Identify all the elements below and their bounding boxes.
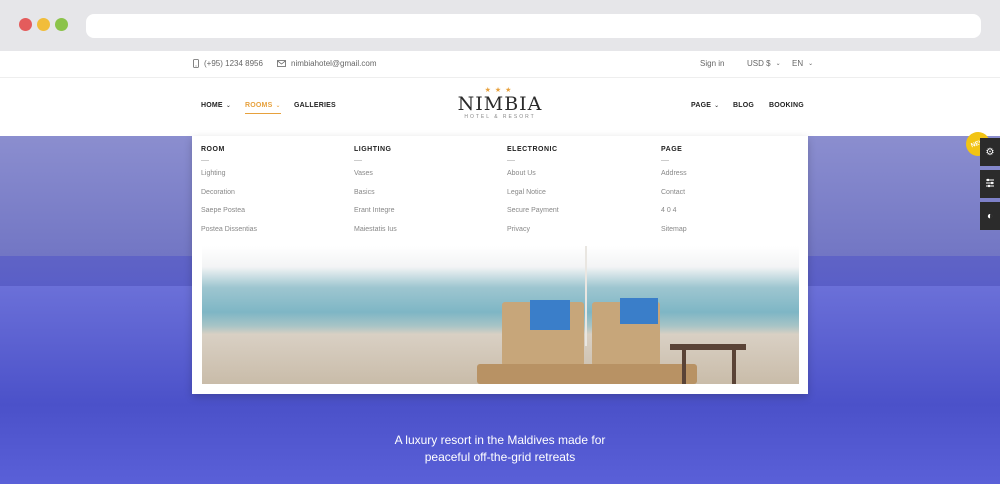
chevron-down-icon: ⌄	[808, 61, 814, 67]
browser-chrome	[0, 0, 1000, 51]
mega-column-electronic: ELECTRONIC About Us Legal Notice Secure …	[507, 146, 559, 244]
mega-column-room: ROOM Lighting Decoration Saepe Postea Po…	[201, 146, 257, 244]
email-address: nimbiahotel@gmail.com	[291, 59, 377, 68]
logo-tagline: HOTEL & RESORT	[464, 114, 536, 120]
main-header: HOME ⌄ ROOMS ⌄ GALLERIES ★★★ NIMBIA HOTE…	[0, 78, 1000, 136]
hero-caption-line-1: A luxury resort in the Maldives made for	[394, 433, 606, 447]
nav-booking[interactable]: BOOKING	[769, 102, 804, 109]
mega-menu-item[interactable]: Basics	[354, 189, 397, 208]
nav-page[interactable]: PAGE ⌄	[691, 102, 719, 109]
site-logo[interactable]: ★★★ NIMBIA HOTEL & RESORT	[450, 86, 550, 120]
nav-page-label: PAGE	[691, 102, 712, 109]
logo-name: NIMBIA	[457, 93, 543, 115]
phone-contact[interactable]: (+95) 1234 8956	[193, 59, 263, 68]
email-contact[interactable]: nimbiahotel@gmail.com	[277, 59, 377, 68]
phone-icon	[193, 59, 199, 68]
mega-column-page: PAGE Address Contact 4 0 4 Sitemap	[661, 146, 687, 244]
mega-column-title: PAGE	[661, 146, 683, 153]
chevron-down-icon: ⌄	[714, 103, 720, 109]
chevron-down-icon: ⌄	[775, 61, 781, 67]
minimize-window-dot[interactable]	[37, 18, 50, 31]
nav-home-label: HOME	[201, 102, 223, 109]
top-info-bar: (+95) 1234 8956 nimbiahotel@gmail.com Si…	[0, 51, 1000, 78]
language-label: EN	[792, 59, 804, 68]
customizer-widget[interactable]	[980, 170, 1000, 198]
rooms-mega-menu: ROOM Lighting Decoration Saepe Postea Po…	[192, 136, 808, 394]
hero-caption-line-2: peaceful off-the-grid retreats	[424, 450, 576, 464]
chevron-down-icon: ⌄	[275, 103, 281, 109]
address-bar[interactable]	[86, 14, 981, 38]
mega-menu-item[interactable]: Legal Notice	[507, 189, 559, 208]
mega-menu-item[interactable]: About Us	[507, 170, 559, 189]
side-table-leg	[682, 350, 686, 384]
contrast-widget[interactable]: ◐	[980, 202, 1000, 230]
mega-menu-item[interactable]: Secure Payment	[507, 207, 559, 226]
mega-menu-item[interactable]: Sitemap	[661, 226, 687, 245]
nav-blog-label: BLOG	[733, 102, 755, 109]
settings-widget[interactable]: ⚙	[980, 138, 1000, 166]
towel	[530, 300, 570, 330]
contrast-icon: ◐	[986, 210, 994, 222]
hero-caption: A luxury resort in the Maldives made for…	[0, 432, 1000, 466]
phone-number: (+95) 1234 8956	[204, 59, 263, 68]
side-table-leg	[732, 350, 736, 384]
title-divider	[201, 160, 209, 161]
mega-column-title: LIGHTING	[354, 146, 392, 153]
nav-galleries-label: GALLERIES	[294, 102, 336, 109]
mega-column-title: ELECTRONIC	[507, 146, 558, 153]
chevron-down-icon: ⌄	[225, 103, 232, 109]
mega-menu-item[interactable]: Saepe Postea	[201, 207, 257, 226]
nav-blog[interactable]: BLOG	[733, 102, 754, 109]
mail-icon	[277, 60, 286, 67]
mega-menu-item[interactable]: Erant Integre	[354, 207, 397, 226]
nav-rooms-label: ROOMS	[245, 102, 273, 109]
close-window-dot[interactable]	[19, 18, 32, 31]
mega-menu-item[interactable]: Decoration	[201, 189, 257, 208]
mega-menu-item[interactable]: Postea Dissentias	[201, 226, 257, 245]
chair-base	[477, 364, 697, 384]
nav-galleries[interactable]: GALLERIES	[294, 102, 336, 109]
umbrella-pole	[585, 246, 587, 346]
towel	[620, 298, 658, 324]
nav-rooms[interactable]: ROOMS ⌄	[245, 102, 281, 114]
nav-booking-label: BOOKING	[769, 102, 804, 109]
title-divider	[507, 160, 515, 161]
currency-dropdown[interactable]: USD $ ⌄	[747, 59, 781, 68]
mega-menu-item[interactable]: Vases	[354, 170, 397, 189]
sign-in-link[interactable]: Sign in	[700, 59, 724, 68]
mega-menu-item[interactable]: Lighting	[201, 170, 257, 189]
mega-column-title: ROOM	[201, 146, 225, 153]
mega-menu-banner-image[interactable]	[202, 246, 799, 384]
mega-menu-item[interactable]: Contact	[661, 189, 687, 208]
currency-label: USD $	[747, 59, 771, 68]
mega-menu-item[interactable]: Address	[661, 170, 687, 189]
mega-menu-item[interactable]: Maiestatis Ius	[354, 226, 397, 245]
title-divider	[661, 160, 669, 161]
mega-menu-item[interactable]: 4 0 4	[661, 207, 687, 226]
gear-icon: ⚙	[985, 146, 995, 158]
maximize-window-dot[interactable]	[55, 18, 68, 31]
nav-home[interactable]: HOME ⌄	[201, 102, 231, 109]
mega-column-lighting: LIGHTING Vases Basics Erant Integre Maie…	[354, 146, 397, 244]
title-divider	[354, 160, 362, 161]
mega-menu-item[interactable]: Privacy	[507, 226, 559, 245]
sliders-icon	[985, 178, 995, 191]
language-dropdown[interactable]: EN ⌄	[792, 59, 813, 68]
